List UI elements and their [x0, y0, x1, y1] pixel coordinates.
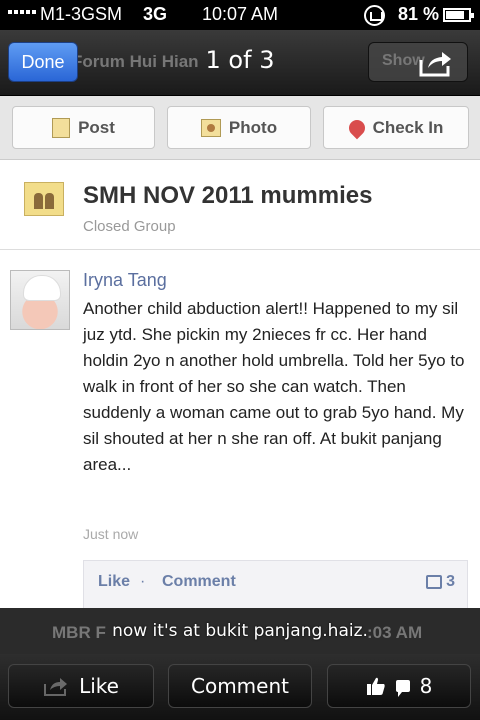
group-action-row: Post Photo Check In: [0, 96, 480, 160]
rotation-lock-icon: [364, 5, 385, 26]
group-name: SMH NOV 2011 mummies: [83, 182, 373, 209]
battery-percentage: 81 %: [398, 4, 440, 24]
photo-button-label: Photo: [228, 117, 278, 137]
likes-comments-summary-button[interactable]: 8: [327, 664, 471, 708]
comment-bubble-icon: [395, 680, 410, 697]
check-in-button-label: Check In: [372, 117, 444, 137]
comment-bubble-icon: [426, 575, 443, 589]
like-button[interactable]: Like: [8, 664, 154, 708]
check-in-button[interactable]: Check In: [323, 106, 469, 149]
group-header: SMH NOV 2011 mummies Closed Group: [0, 160, 480, 250]
group-post: Iryna Tang Another child abduction alert…: [0, 250, 480, 608]
photo-icon: [200, 118, 221, 137]
group-icon: [24, 182, 64, 216]
share-arrow-icon: [44, 678, 68, 696]
photo-viewer-top-bar: Forum Hui Hian Done 1 of 3 Show: [0, 30, 480, 96]
post-button[interactable]: Post: [12, 106, 155, 149]
post-text: Another child abduction alert!! Happened…: [83, 299, 465, 474]
comment-button[interactable]: Comment: [168, 664, 312, 708]
post-button-label: Post: [78, 117, 115, 137]
caption-bar: MBR F :03 AM now it's at bukit panjang.h…: [0, 608, 480, 654]
comment-button-label: Comment: [191, 674, 289, 698]
post-timestamp: Just now: [83, 526, 139, 542]
link-separator: ·: [140, 573, 146, 590]
photo-content: Post Photo Check In SMH NOV 2011 mummies…: [0, 96, 480, 608]
photo-caption: now it's at bukit panjang.haiz.: [112, 621, 368, 641]
group-type: Closed Group: [83, 218, 176, 235]
post-footer: Like · Comment 3: [83, 560, 468, 608]
photo-button[interactable]: Photo: [167, 106, 311, 149]
thumbs-up-icon: [366, 677, 385, 695]
status-bar: M1-3GSM 3G 10:07 AM 81 %: [0, 0, 480, 30]
post-icon: [52, 117, 71, 138]
avatar: [10, 270, 70, 330]
summary-count: 8: [419, 674, 433, 698]
comment-count: 3: [426, 573, 455, 591]
comment-count-value: 3: [446, 573, 455, 590]
post-comment-link: Comment: [162, 573, 236, 590]
location-pin-icon: [345, 116, 368, 139]
battery-icon: [443, 8, 474, 22]
share-icon[interactable]: [418, 48, 454, 78]
post-author: Iryna Tang: [83, 270, 167, 290]
like-button-label: Like: [79, 674, 119, 698]
post-like-link: Like: [98, 573, 131, 590]
bottom-toolbar: Like Comment 8: [0, 654, 480, 720]
